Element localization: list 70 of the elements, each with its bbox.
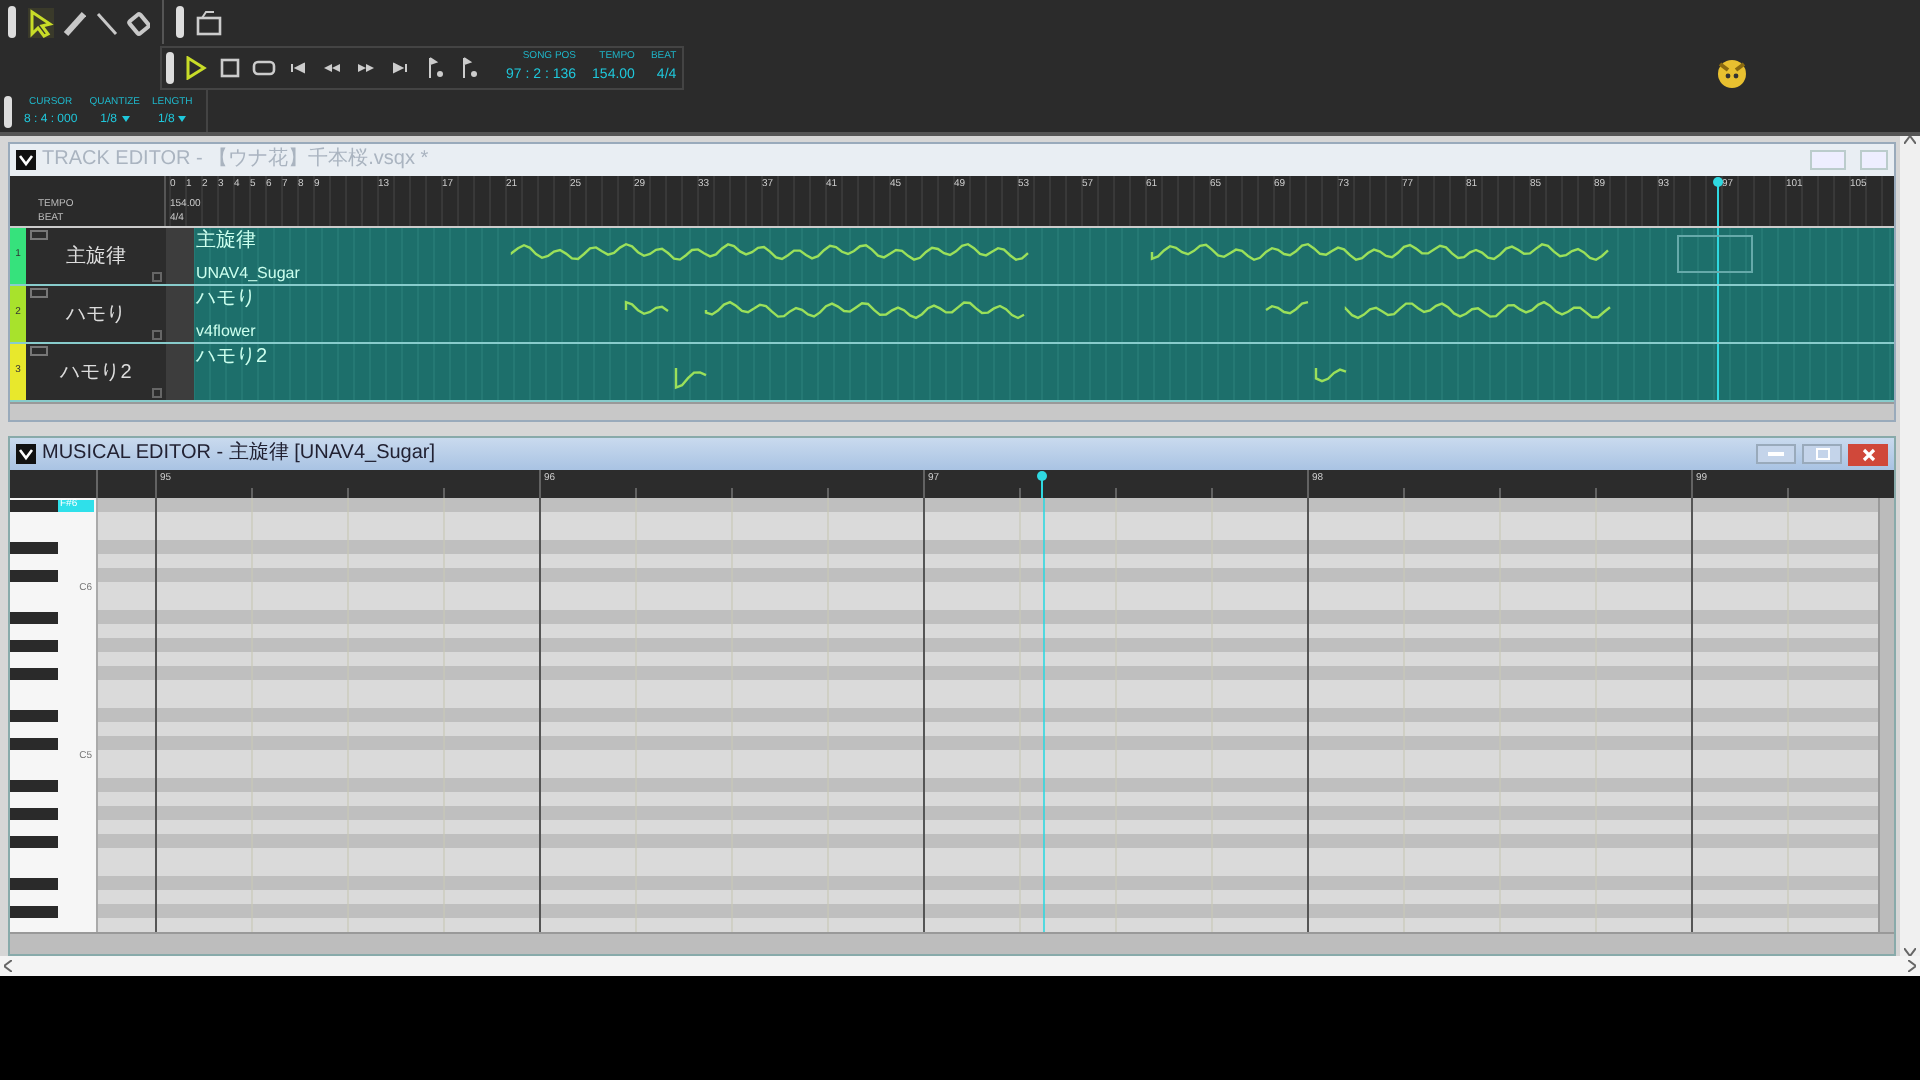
track-button[interactable] xyxy=(30,346,48,356)
loop-icon[interactable] xyxy=(252,55,276,79)
scroll-down-icon[interactable] xyxy=(1904,948,1916,956)
sharp-key[interactable] xyxy=(10,737,58,749)
scroll-up-icon[interactable] xyxy=(1904,136,1916,144)
grip-handle[interactable] xyxy=(8,6,16,38)
window-title: TRACK EDITOR - 【ウナ花】千本桜.vsqx * xyxy=(42,150,429,170)
part-name: ハモり2 xyxy=(196,346,268,368)
selection-rectangle xyxy=(1677,235,1753,273)
folder-icon[interactable] xyxy=(196,9,222,35)
stop-icon[interactable] xyxy=(218,55,242,79)
part-name: 主旋律 xyxy=(196,230,256,252)
play-icon[interactable] xyxy=(184,55,208,79)
sharp-key[interactable] xyxy=(10,835,58,847)
track-name: ハモり2 xyxy=(60,359,132,387)
app-logo-icon xyxy=(16,150,36,170)
caret-icon xyxy=(178,116,187,122)
track-header[interactable]: ハモり2 xyxy=(26,344,166,400)
sharp-key[interactable] xyxy=(10,667,58,679)
pointer-tool-button[interactable] xyxy=(28,7,54,37)
track-part[interactable]: ハモり v4flower xyxy=(194,286,1894,342)
piano-roll-scrollbar[interactable] xyxy=(1878,498,1894,932)
expand-toggle[interactable] xyxy=(152,330,162,340)
singer-name: UNAV4_Sugar xyxy=(196,264,300,282)
sharp-key[interactable] xyxy=(10,639,58,651)
singer-name: v4flower xyxy=(196,322,256,340)
window-title: MUSICAL EDITOR - 主旋律 [UNAV4_Sugar] xyxy=(42,444,436,464)
playhead-marker[interactable] xyxy=(1712,176,1724,226)
sharp-key[interactable] xyxy=(10,541,58,553)
pencil-tool-button[interactable] xyxy=(60,7,86,37)
part-name: ハモり xyxy=(196,288,256,310)
sharp-key[interactable] xyxy=(10,611,58,623)
sharp-key[interactable] xyxy=(10,569,58,581)
sharp-key[interactable] xyxy=(10,877,58,889)
grip-handle[interactable] xyxy=(166,51,174,83)
track-scrollbar[interactable] xyxy=(10,402,1894,420)
track-header[interactable]: 主旋律 xyxy=(26,228,166,284)
caret-icon xyxy=(121,116,129,122)
sharp-key[interactable] xyxy=(10,807,58,819)
grip-handle[interactable] xyxy=(4,95,12,127)
scroll-right-icon[interactable] xyxy=(1908,960,1916,972)
grip-handle[interactable] xyxy=(176,6,184,38)
close-icon xyxy=(1861,447,1875,461)
expand-toggle[interactable] xyxy=(152,272,162,282)
horizontal-scrollbar[interactable] xyxy=(0,956,1920,976)
line-tool-button[interactable] xyxy=(92,7,118,37)
track-name: 主旋律 xyxy=(66,243,126,271)
track-header[interactable]: ハモり xyxy=(26,286,166,342)
playhead-marker[interactable] xyxy=(1036,470,1048,498)
vertical-scrollbar[interactable] xyxy=(1900,136,1920,956)
sharp-key[interactable] xyxy=(10,709,58,721)
minimize-icon xyxy=(1768,452,1784,456)
expand-toggle[interactable] xyxy=(152,388,162,398)
scroll-left-icon[interactable] xyxy=(4,960,12,972)
sharp-key[interactable] xyxy=(10,499,58,511)
sharp-key[interactable] xyxy=(10,779,58,791)
close-button[interactable] xyxy=(1848,443,1888,465)
eraser-tool-button[interactable] xyxy=(124,7,150,37)
part-start-area xyxy=(166,228,194,284)
sharp-key[interactable] xyxy=(10,905,58,917)
track-button[interactable] xyxy=(30,288,48,298)
maximize-icon xyxy=(1815,448,1829,460)
track-part[interactable]: ハモり2 xyxy=(194,344,1894,400)
piano-roll-hscrollbar[interactable] xyxy=(10,932,1894,954)
track-button[interactable] xyxy=(30,230,48,240)
part-start-area xyxy=(166,286,194,342)
part-start-area xyxy=(166,344,194,400)
track-name: ハモり xyxy=(66,301,126,329)
app-logo-icon xyxy=(16,444,36,464)
track-part[interactable]: 主旋律 UNAV4_Sugar xyxy=(194,228,1894,284)
